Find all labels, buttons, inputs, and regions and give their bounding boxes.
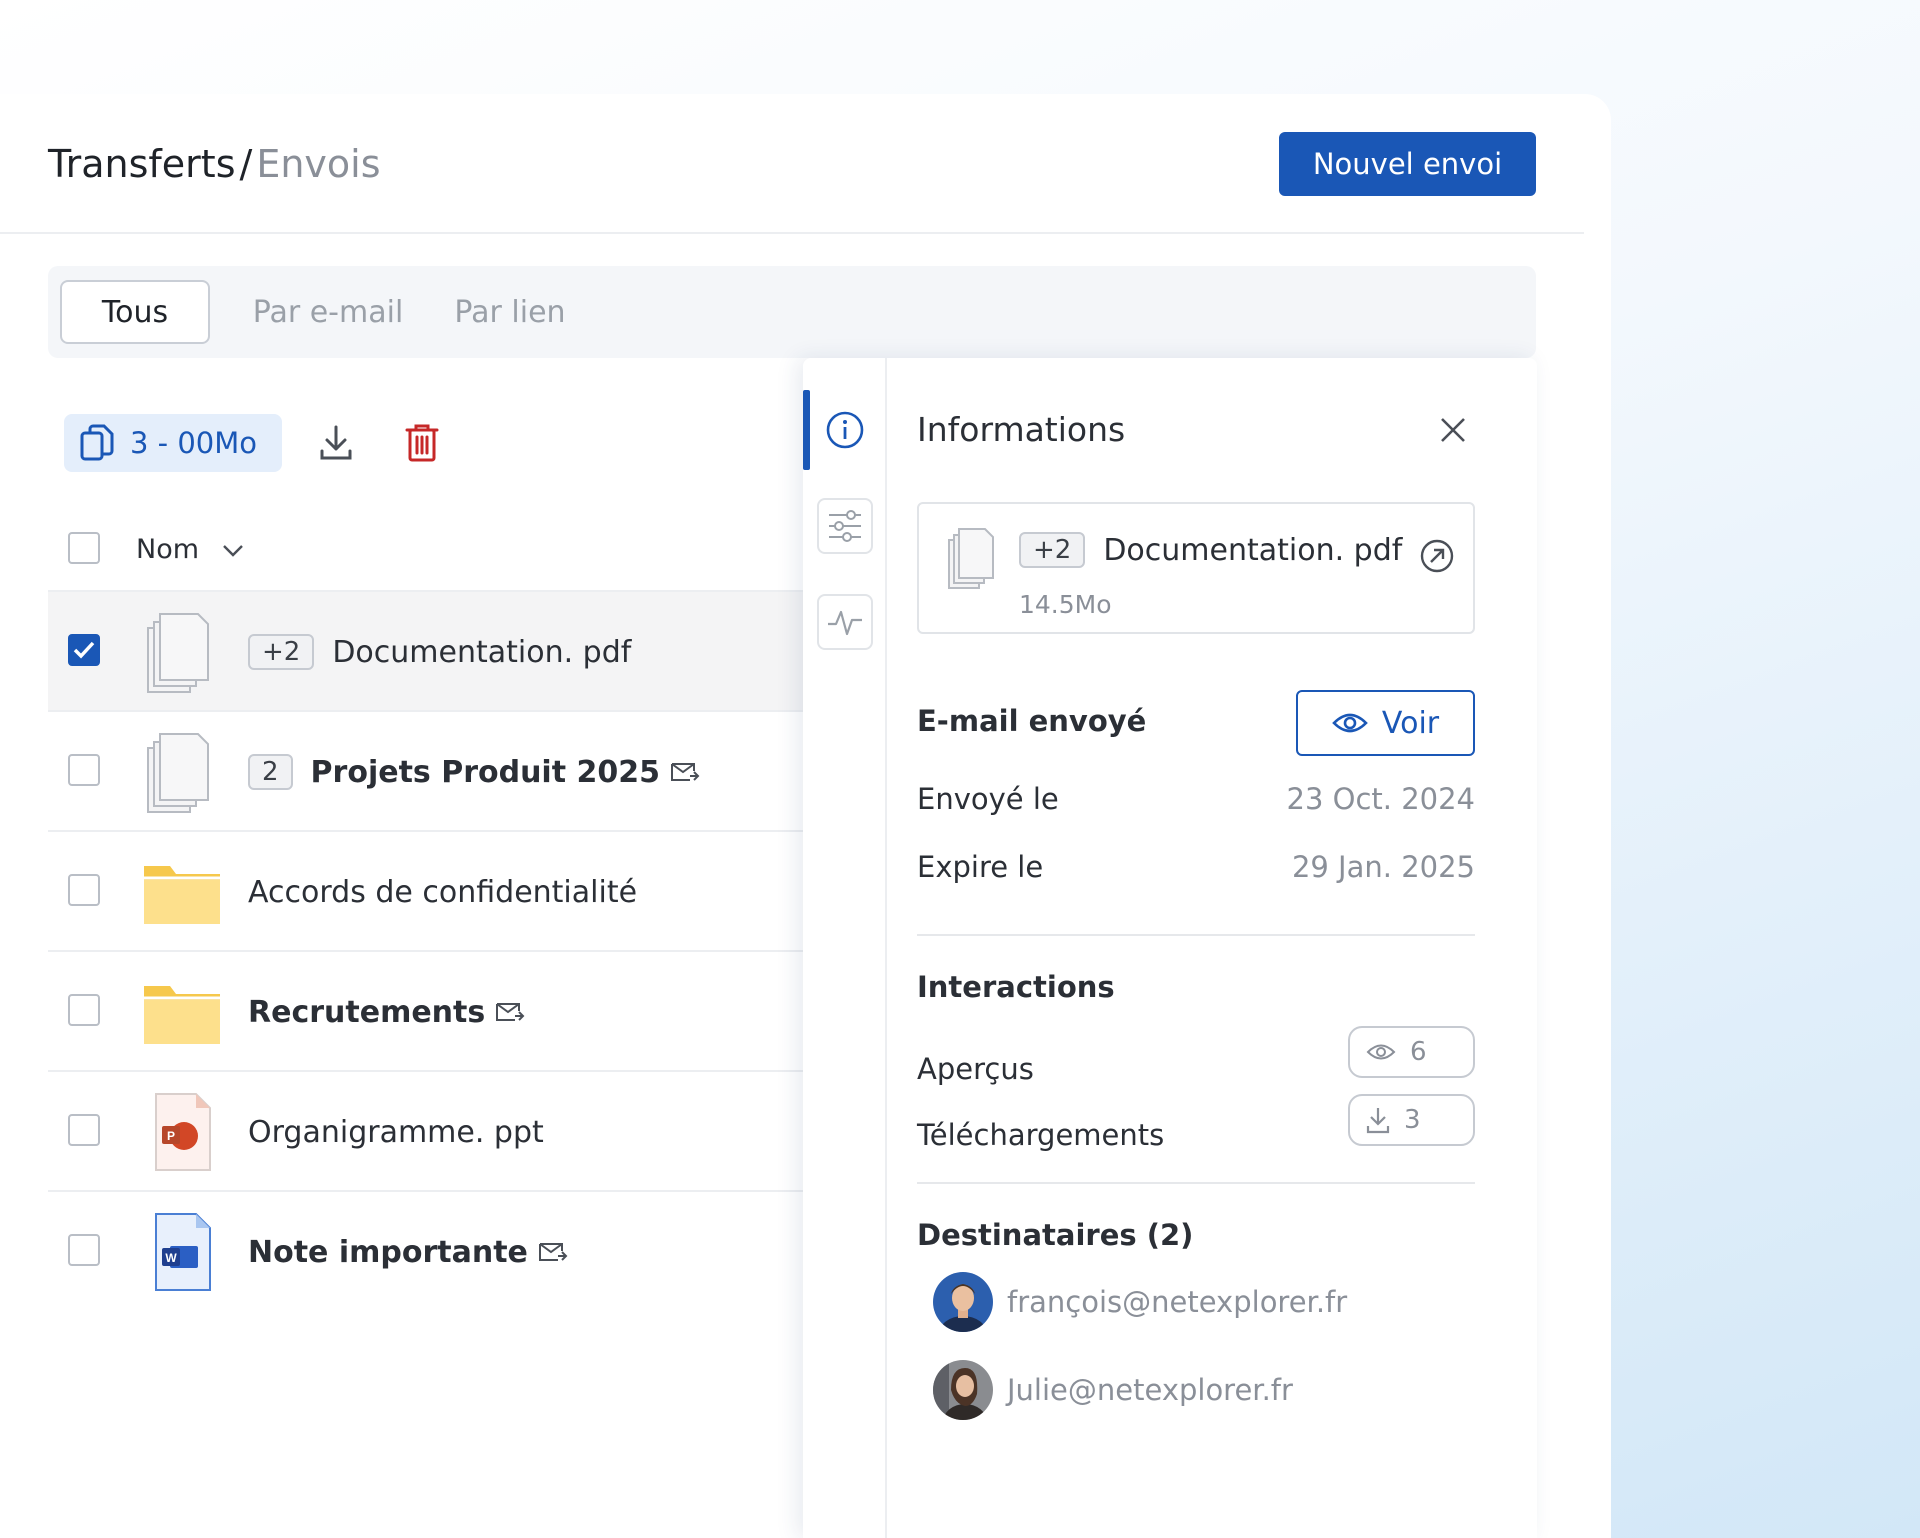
info-icon[interactable] xyxy=(817,402,873,458)
selected-file-card: +2 Documentation. pdf 14.5Mo xyxy=(917,502,1475,634)
row-name: Organigramme. ppt xyxy=(248,1072,544,1192)
interactions-title: Interactions xyxy=(917,970,1115,1004)
list-item[interactable]: Accords de confidentialité xyxy=(48,830,804,950)
panel-rail xyxy=(803,358,887,1538)
previews-count: 6 xyxy=(1410,1037,1427,1067)
recipient-item[interactable]: françois@netexplorer.fr xyxy=(933,1270,1347,1334)
extra-files-badge: +2 xyxy=(1019,532,1086,568)
folder-name: Accords de confidentialité xyxy=(248,874,638,910)
downloads-counter: 3 xyxy=(1348,1094,1475,1146)
sort-by-name[interactable]: Nom xyxy=(136,534,244,565)
powerpoint-file-icon: P xyxy=(155,1093,211,1171)
svg-text:W: W xyxy=(165,1251,177,1265)
eye-icon xyxy=(1332,713,1368,733)
breadcrumb-root[interactable]: Transferts xyxy=(48,142,236,186)
section-divider xyxy=(917,934,1475,936)
file-card-size: 14.5Mo xyxy=(1019,590,1112,619)
list-item[interactable]: +2 Documentation. pdf xyxy=(48,590,804,710)
list-item[interactable]: Recrutements xyxy=(48,950,804,1070)
view-email-button[interactable]: Voir xyxy=(1296,690,1475,756)
row-checkbox[interactable] xyxy=(68,754,100,786)
open-external-icon[interactable] xyxy=(1415,534,1459,578)
settings-sliders-icon[interactable] xyxy=(817,498,873,554)
email-sent-label: E-mail envoyé xyxy=(917,704,1147,738)
row-checkbox[interactable] xyxy=(68,634,100,666)
avatar xyxy=(933,1360,993,1420)
recipient-item[interactable]: Julie@netexplorer.fr xyxy=(933,1358,1293,1422)
row-checkbox[interactable] xyxy=(68,1114,100,1146)
downloads-count: 3 xyxy=(1404,1105,1421,1135)
row-checkbox[interactable] xyxy=(68,874,100,906)
eye-icon xyxy=(1366,1044,1396,1060)
sent-date-label: Envoyé le xyxy=(917,782,1059,816)
file-name: Note importante xyxy=(248,1234,528,1270)
file-name: Projets Produit 2025 xyxy=(310,754,660,790)
breadcrumb-current: Envois xyxy=(256,142,381,186)
multi-file-icon xyxy=(147,733,209,813)
breadcrumb-separator: / xyxy=(239,142,253,186)
download-icon[interactable] xyxy=(311,418,361,468)
folder-icon xyxy=(144,986,220,1044)
row-name: +2 Documentation. pdf xyxy=(248,592,631,712)
list-item[interactable]: 2 Projets Produit 2025 xyxy=(48,710,804,830)
tab-by-link[interactable]: Par lien xyxy=(440,280,580,344)
tab-all[interactable]: Tous xyxy=(60,280,210,344)
row-name: Accords de confidentialité xyxy=(248,832,637,952)
info-panel: Informations +2 Documentation. pdf 14.5M… xyxy=(803,358,1537,1538)
rail-active-indicator xyxy=(803,390,810,470)
selection-chip[interactable]: 3 - 00Mo xyxy=(64,414,282,472)
column-name-label: Nom xyxy=(136,533,200,565)
file-card-name: +2 Documentation. pdf xyxy=(1019,532,1402,568)
previews-counter: 6 xyxy=(1348,1026,1475,1078)
tab-by-email[interactable]: Par e-mail xyxy=(238,280,418,344)
svg-text:P: P xyxy=(167,1129,175,1143)
previews-label: Aperçus xyxy=(917,1052,1034,1086)
row-name: Recrutements xyxy=(248,952,525,1072)
select-all-checkbox[interactable] xyxy=(68,532,100,564)
email-sent-icon xyxy=(670,761,700,783)
folder-name: Recrutements xyxy=(248,994,486,1030)
multi-file-icon xyxy=(948,528,994,589)
view-email-label: Voir xyxy=(1381,705,1440,741)
panel-title: Informations xyxy=(917,410,1126,449)
multi-file-icon xyxy=(147,613,209,693)
file-card-title: Documentation. pdf xyxy=(1103,532,1403,568)
list-column-header: Nom xyxy=(48,524,804,574)
file-name: Documentation. pdf xyxy=(332,634,632,670)
recipient-email: Julie@netexplorer.fr xyxy=(1007,1373,1293,1407)
row-name: Note importante xyxy=(248,1192,568,1312)
expiry-date-value: 29 Jan. 2025 xyxy=(1291,850,1475,884)
email-sent-icon xyxy=(495,1001,525,1023)
downloads-label: Téléchargements xyxy=(917,1118,1165,1152)
row-checkbox[interactable] xyxy=(68,994,100,1026)
section-divider xyxy=(917,1182,1475,1184)
filter-tabs: Tous Par e-mail Par lien xyxy=(48,266,1536,358)
download-icon xyxy=(1366,1108,1390,1134)
header-divider xyxy=(0,232,1584,234)
expiry-date-label: Expire le xyxy=(917,850,1044,884)
check-icon xyxy=(73,641,95,659)
file-count-badge: 2 xyxy=(248,754,293,790)
close-icon[interactable] xyxy=(1431,408,1475,452)
new-transfer-button[interactable]: Nouvel envoi xyxy=(1279,132,1536,196)
row-checkbox[interactable] xyxy=(68,1234,100,1266)
recipient-email: françois@netexplorer.fr xyxy=(1007,1285,1348,1319)
recipients-title: Destinataires (2) xyxy=(917,1218,1194,1252)
selection-summary: 3 - 00Mo xyxy=(130,426,258,460)
folder-icon xyxy=(144,866,220,924)
file-name: Organigramme. ppt xyxy=(248,1114,544,1150)
list-item[interactable]: W Note importante xyxy=(48,1190,804,1310)
avatar xyxy=(933,1272,993,1332)
extra-files-badge: +2 xyxy=(248,634,315,670)
copy-files-icon xyxy=(80,424,114,461)
trash-icon[interactable] xyxy=(397,418,447,468)
sent-date-value: 23 Oct. 2024 xyxy=(1286,782,1476,816)
breadcrumb: Transferts / Envois xyxy=(48,142,381,186)
word-file-icon: W xyxy=(155,1213,211,1291)
activity-icon[interactable] xyxy=(817,594,873,650)
list-item[interactable]: P Organigramme. ppt xyxy=(48,1070,804,1190)
chevron-down-icon xyxy=(222,544,243,557)
email-sent-icon xyxy=(538,1241,568,1263)
row-name: 2 Projets Produit 2025 xyxy=(248,712,700,832)
